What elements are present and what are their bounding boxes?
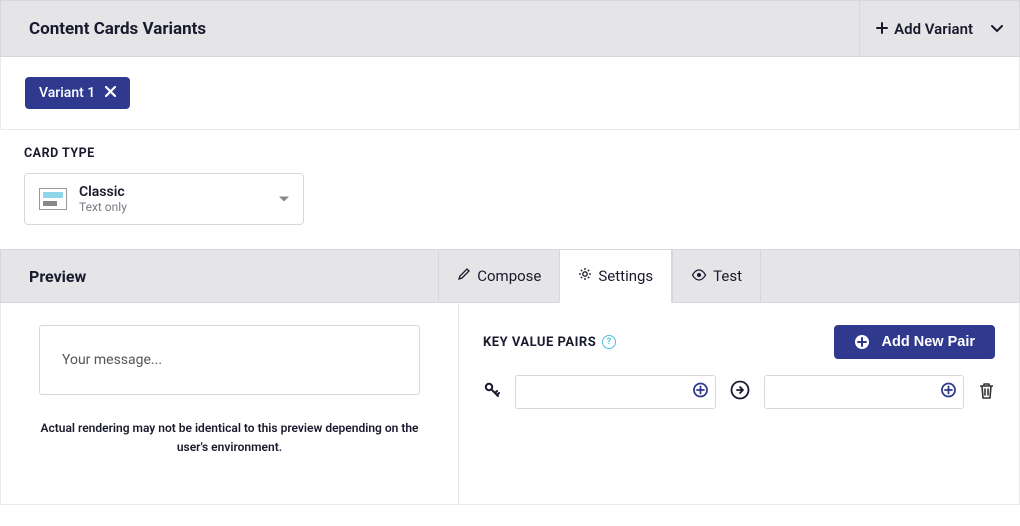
card-type-thumbnail-icon xyxy=(39,188,67,210)
card-type-text: Classic Text only xyxy=(79,184,127,214)
tab-test[interactable]: Test xyxy=(672,250,761,302)
pencil-icon xyxy=(457,267,471,285)
card-type-label: CARD TYPE xyxy=(24,146,996,161)
plus-circle-icon[interactable] xyxy=(941,383,956,402)
close-icon[interactable] xyxy=(105,85,116,101)
tab-settings[interactable]: Settings xyxy=(559,249,672,303)
arrow-right-icon xyxy=(730,380,750,404)
gear-icon xyxy=(578,267,592,285)
tabs: Compose Settings Test xyxy=(438,250,1019,302)
kvp-value-input-wrap xyxy=(764,375,965,409)
help-icon[interactable]: ? xyxy=(602,335,616,349)
add-new-pair-button[interactable]: Add New Pair xyxy=(834,325,995,359)
tab-settings-label: Settings xyxy=(598,267,653,285)
trash-icon[interactable] xyxy=(978,381,995,404)
preview-message-box: Your message... xyxy=(39,325,420,395)
kvp-row xyxy=(483,375,995,409)
add-new-pair-label: Add New Pair xyxy=(882,334,975,350)
kvp-key-input[interactable] xyxy=(515,375,716,409)
key-icon xyxy=(483,381,501,403)
variants-row: Variant 1 xyxy=(0,57,1020,130)
preview-message-placeholder: Your message... xyxy=(62,352,162,368)
header-bar: Content Cards Variants Add Variant xyxy=(0,0,1020,57)
preview-label: Preview xyxy=(1,267,438,286)
variant-chip-label: Variant 1 xyxy=(39,85,95,101)
kvp-value-input[interactable] xyxy=(764,375,965,409)
variant-chip[interactable]: Variant 1 xyxy=(25,77,130,109)
card-type-section: CARD TYPE Classic Text only xyxy=(0,130,1020,249)
page-title: Content Cards Variants xyxy=(29,19,206,39)
plus-circle-icon[interactable] xyxy=(693,383,708,402)
settings-pane: KEY VALUE PAIRS ? Add New Pair xyxy=(459,303,1019,504)
kvp-key-input-wrap xyxy=(515,375,716,409)
tab-compose[interactable]: Compose xyxy=(438,250,559,302)
kvp-label-text: KEY VALUE PAIRS xyxy=(483,335,596,350)
card-type-select[interactable]: Classic Text only xyxy=(24,173,304,225)
tabs-spacer xyxy=(761,250,1019,302)
card-type-name: Classic xyxy=(79,184,127,200)
card-type-description: Text only xyxy=(79,200,127,214)
tab-compose-label: Compose xyxy=(477,267,541,285)
tab-test-label: Test xyxy=(713,267,742,285)
preview-pane: Your message... Actual rendering may not… xyxy=(1,303,459,504)
kvp-header: KEY VALUE PAIRS ? Add New Pair xyxy=(483,325,995,359)
caret-down-icon xyxy=(279,197,289,202)
add-variant-wrap: Add Variant xyxy=(859,1,1003,56)
eye-icon xyxy=(691,267,707,285)
plus-circle-icon xyxy=(854,334,870,350)
kvp-label: KEY VALUE PAIRS ? xyxy=(483,335,616,350)
preview-note: Actual rendering may not be identical to… xyxy=(39,419,420,457)
add-variant-label: Add Variant xyxy=(894,20,973,38)
content-row: Your message... Actual rendering may not… xyxy=(0,303,1020,505)
chevron-down-icon xyxy=(991,22,1003,36)
add-variant-button[interactable]: Add Variant xyxy=(876,20,1003,38)
tabs-bar: Preview Compose Settings Test xyxy=(0,249,1020,303)
plus-icon xyxy=(876,20,888,38)
